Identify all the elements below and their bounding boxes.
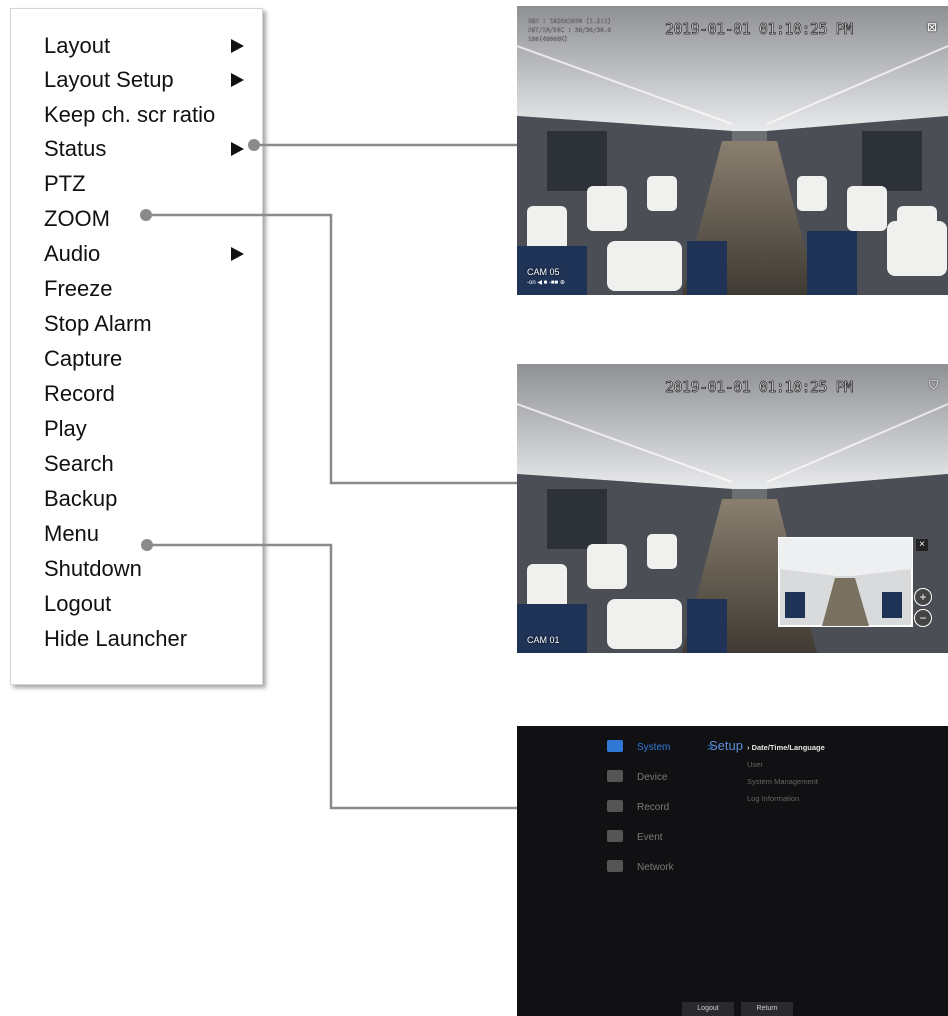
timestamp: 2019-01-01 01:10:25 PM [665,378,854,397]
osd-bitrate: 100(40000K) [528,36,568,43]
setup-subitem-date-time[interactable]: › Date/Time/Language [747,743,825,752]
device-icon [607,770,623,782]
setup-category-event[interactable]: Event [637,832,663,843]
camera-name: CAM 05 [527,267,560,277]
record-icon [607,800,623,812]
zoom-camera-view: 2019-01-01 01:10:25 PM ⛉ × + − CAM 01 [517,364,948,653]
setup-subitem-user[interactable]: User [747,760,763,769]
osd-fps: SET/IN/DEC : 30/30/30.0 [528,27,612,34]
return-button[interactable]: Return [741,1002,793,1016]
connector-menu [147,543,565,810]
chevron-right-icon: > [707,742,714,754]
connector-lines [146,143,565,810]
status-camera-view: RES : 1920x1080 (1.2:1) SET/IN/DEC : 30/… [517,6,948,295]
connector-zoom [146,213,565,485]
event-icon [607,830,623,842]
setup-category-device[interactable]: Device [637,772,668,783]
user-status-icon: ⛉ [929,378,939,392]
connector-dot [248,139,260,151]
setup-category-network[interactable]: Network [637,862,674,873]
connector-dot [141,539,153,551]
train-interior-image [517,364,948,653]
camera-name: CAM 01 [527,635,560,645]
zoom-close-icon[interactable]: × [916,539,928,551]
setup-category-system[interactable]: System [637,742,670,753]
zoom-preview-inset [778,537,913,627]
setup-subitem-system-management[interactable]: System Management [747,777,818,786]
network-icon [607,860,623,872]
setup-title: Setup [709,738,743,753]
system-icon [607,740,623,752]
zoom-out-icon[interactable]: − [914,609,932,627]
setup-menu-screen: Setup System > Device Record Event Netwo… [517,726,948,1016]
camera-status-icons: -on ◀ ■ -■■ ⊕ [527,280,565,286]
logout-button[interactable]: Logout [682,1002,734,1016]
zoom-in-icon[interactable]: + [914,588,932,606]
train-interior-image [517,6,948,295]
setup-subitem-log-information[interactable]: Log Information [747,794,799,803]
connector-dot [140,209,152,221]
setup-category-record[interactable]: Record [637,802,669,813]
timestamp: 2019-01-01 01:10:25 PM [665,20,854,39]
osd-resolution: RES : 1920x1080 (1.2:1) [528,18,612,25]
user-status-icon: ⊠ [927,20,938,34]
